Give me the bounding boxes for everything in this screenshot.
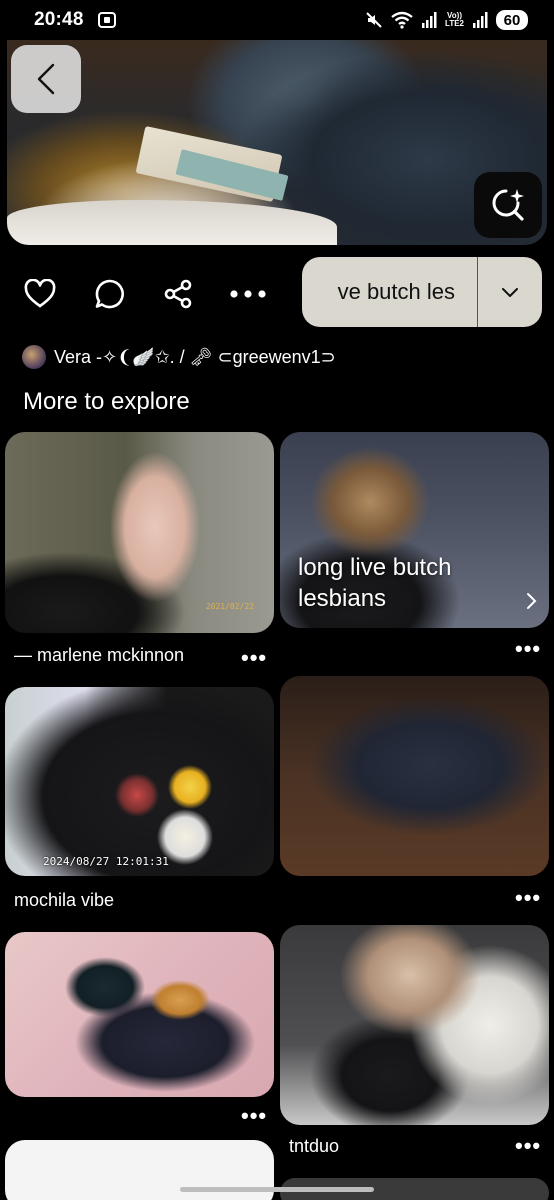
like-button[interactable] bbox=[22, 276, 58, 312]
pin-more-button[interactable]: ••• bbox=[515, 1135, 541, 1157]
board-select[interactable]: ve butch les bbox=[302, 257, 542, 327]
more-options-button[interactable] bbox=[228, 276, 268, 312]
pin-caption[interactable]: tntduo bbox=[289, 1136, 339, 1157]
share-button[interactable] bbox=[160, 276, 196, 312]
home-indicator[interactable] bbox=[180, 1187, 374, 1192]
pin-more-button[interactable]: ••• bbox=[241, 1105, 267, 1127]
pin-card[interactable]: 2021/02/22 bbox=[5, 432, 274, 633]
chevron-right-icon bbox=[525, 592, 537, 615]
pin-more-button[interactable]: ••• bbox=[515, 887, 541, 909]
creator-name[interactable]: Vera -✧❨🪽✩. / 🗝 ⊂greewenv1⊃ bbox=[54, 347, 336, 368]
board-dropdown-button[interactable] bbox=[478, 257, 542, 327]
board-name-label: ve butch les bbox=[337, 279, 455, 304]
save-to-board-button[interactable]: ve butch les bbox=[302, 257, 478, 327]
visual-search-button[interactable] bbox=[474, 172, 542, 238]
status-bar: 20:48 Vo)) LTE2 60 bbox=[0, 0, 554, 40]
pin-caption[interactable]: — marlene mckinnon bbox=[14, 645, 184, 666]
pin-more-button[interactable]: ••• bbox=[515, 638, 541, 660]
signal-icon-2 bbox=[472, 12, 488, 28]
pin-date-stamp: 2021/02/22 bbox=[205, 602, 254, 611]
signal-icon bbox=[421, 12, 437, 28]
volte-indicator: Vo)) LTE2 bbox=[445, 12, 464, 28]
share-icon bbox=[164, 279, 192, 309]
screen-record-icon bbox=[97, 12, 116, 28]
mute-icon bbox=[365, 11, 383, 29]
volte-bottom-label: LTE2 bbox=[445, 19, 464, 28]
pin-overlay-title-line2: lesbians bbox=[298, 585, 387, 612]
pin-card[interactable] bbox=[5, 932, 274, 1097]
back-button[interactable] bbox=[11, 45, 81, 113]
pin-card[interactable]: 2024/08/27 12:01:31 bbox=[5, 687, 274, 876]
creator-row[interactable]: Vera -✧❨🪽✩. / 🗝 ⊂greewenv1⊃ bbox=[22, 342, 336, 372]
section-title: More to explore bbox=[23, 388, 190, 415]
pin-date-stamp: 2024/08/27 12:01:31 bbox=[43, 855, 169, 868]
more-icon bbox=[230, 290, 266, 298]
pin-hero-image[interactable] bbox=[7, 40, 547, 245]
pin-card[interactable]: long live butch lesbians bbox=[280, 432, 549, 628]
pin-overlay-title: long live butch lesbians bbox=[298, 552, 451, 614]
visual-search-icon bbox=[492, 189, 524, 221]
heart-icon bbox=[24, 279, 56, 308]
pin-more-button[interactable]: ••• bbox=[241, 647, 267, 669]
hero-sheet-shape bbox=[7, 200, 337, 245]
chevron-down-icon bbox=[502, 288, 518, 297]
chevron-left-icon bbox=[37, 63, 55, 95]
pin-card[interactable] bbox=[280, 676, 549, 876]
wifi-icon bbox=[391, 11, 413, 29]
avatar[interactable] bbox=[22, 345, 46, 369]
status-icons: Vo)) LTE2 60 bbox=[365, 10, 528, 30]
comment-icon bbox=[95, 279, 124, 309]
comment-button[interactable] bbox=[92, 276, 128, 312]
pin-card[interactable] bbox=[280, 925, 549, 1125]
pin-overlay-title-line1: long live butch bbox=[298, 554, 452, 581]
status-time: 20:48 bbox=[34, 9, 84, 30]
battery-indicator: 60 bbox=[496, 10, 528, 30]
pin-caption[interactable]: mochila vibe bbox=[14, 890, 114, 911]
